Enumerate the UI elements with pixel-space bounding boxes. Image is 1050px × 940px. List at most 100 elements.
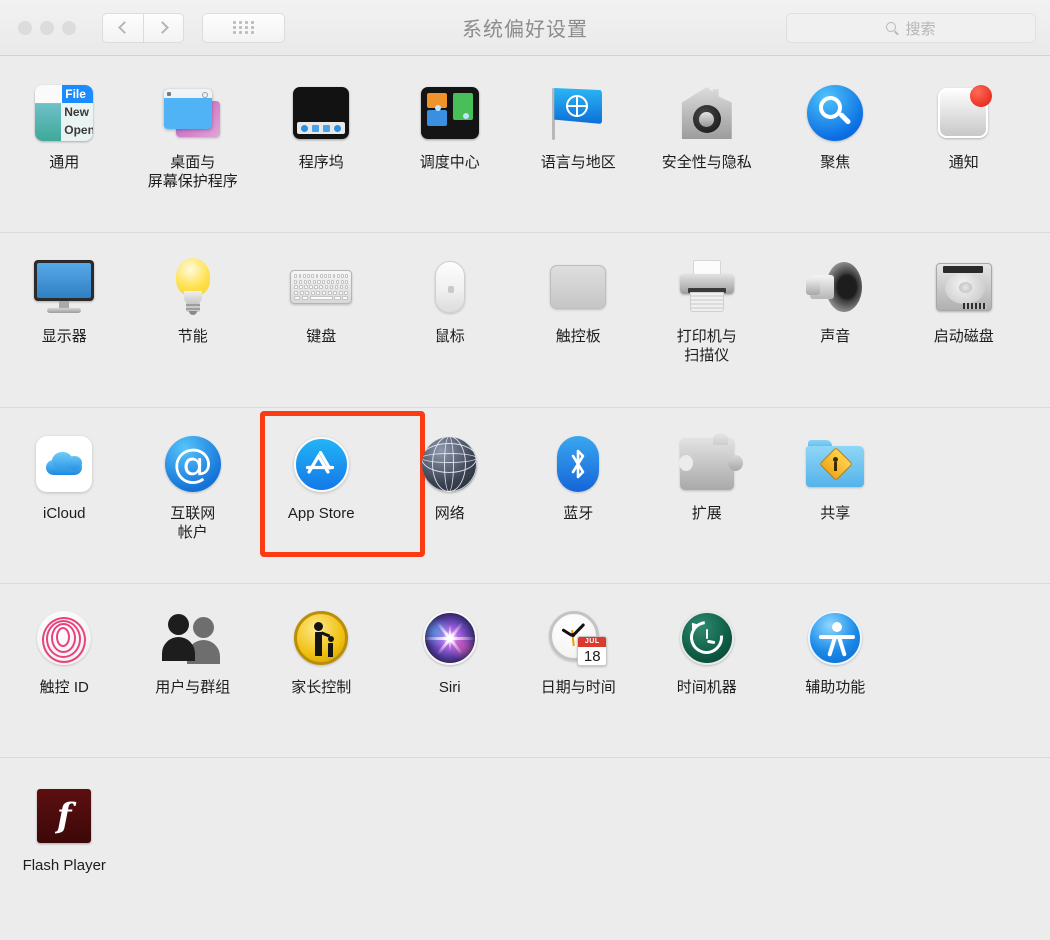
sound-icon: [803, 255, 867, 319]
extensions-icon: [675, 432, 739, 496]
pane-label: 日期与时间: [516, 678, 640, 697]
displays-icon: [32, 255, 96, 319]
pane-sound[interactable]: 声音: [771, 255, 900, 346]
language-region-icon: [546, 81, 610, 145]
pane-label: 安全性与隐私: [645, 153, 769, 172]
network-icon: [418, 432, 482, 496]
pane-security-privacy[interactable]: 安全性与隐私: [643, 81, 772, 172]
general-icon-new-label: New: [64, 105, 89, 119]
window-titlebar: 系统偏好设置 搜索: [0, 0, 1050, 56]
forward-button[interactable]: [143, 13, 184, 43]
pane-extensions[interactable]: 扩展: [643, 432, 772, 523]
pane-users-groups[interactable]: 用户与群组: [129, 606, 258, 697]
startup-disk-icon: [932, 255, 996, 319]
pane-label: 互联网帐户: [131, 504, 255, 542]
pane-mission-control[interactable]: 调度中心: [386, 81, 515, 172]
show-all-button[interactable]: [202, 13, 285, 43]
close-button[interactable]: [18, 21, 32, 35]
pane-label: 程序坞: [259, 153, 383, 172]
desktop-screensaver-icon: [161, 81, 225, 145]
zoom-button[interactable]: [62, 21, 76, 35]
pane-flash-player[interactable]: f Flash Player: [0, 784, 129, 875]
security-privacy-icon: [675, 81, 739, 145]
energy-saver-icon: [161, 255, 225, 319]
mouse-icon: [418, 255, 482, 319]
pane-parental-controls[interactable]: 家长控制: [257, 606, 386, 697]
flash-player-icon: f: [32, 784, 96, 848]
pane-label: 节能: [131, 327, 255, 346]
search-field[interactable]: 搜索: [786, 13, 1036, 43]
pane-label: Flash Player: [2, 856, 126, 875]
keyboard-icon: [289, 255, 353, 319]
pane-displays[interactable]: 显示器: [0, 255, 129, 346]
pane-bluetooth[interactable]: 蓝牙: [514, 432, 643, 523]
pane-label: 用户与群组: [131, 678, 255, 697]
trackpad-icon: [546, 255, 610, 319]
pane-label: 网络: [388, 504, 512, 523]
time-machine-icon: [675, 606, 739, 670]
search-placeholder: 搜索: [905, 18, 935, 39]
date-time-icon: JUL 18: [546, 606, 610, 670]
grid-dots-icon: [233, 21, 255, 34]
navigation-segmented-control: [102, 13, 184, 43]
preference-row: 触控 ID 用户与群组: [0, 584, 1050, 758]
pane-trackpad[interactable]: 触控板: [514, 255, 643, 346]
back-button[interactable]: [102, 13, 143, 43]
pane-notifications[interactable]: 通知: [900, 81, 1029, 172]
pane-general[interactable]: File New Open 通用: [0, 81, 129, 172]
pane-keyboard[interactable]: 键盘: [257, 255, 386, 346]
chevron-left-icon: [118, 21, 131, 34]
pane-label: iCloud: [2, 504, 126, 523]
pane-label: 扩展: [645, 504, 769, 523]
pane-app-store[interactable]: App Store: [257, 432, 386, 523]
pane-icloud[interactable]: iCloud: [0, 432, 129, 523]
search-icon: [886, 22, 899, 35]
pane-accessibility[interactable]: 辅助功能: [771, 606, 900, 697]
preference-row: 显示器 节能 键盘: [0, 233, 1050, 408]
pane-time-machine[interactable]: 时间机器: [643, 606, 772, 697]
pane-desktop-screensaver[interactable]: 桌面与屏幕保护程序: [129, 81, 258, 191]
pane-date-time[interactable]: JUL 18 日期与时间: [514, 606, 643, 697]
pane-mouse[interactable]: 鼠标: [386, 255, 515, 346]
flash-glyph: f: [57, 799, 72, 833]
minimize-button[interactable]: [40, 21, 54, 35]
pane-siri[interactable]: Siri: [386, 606, 515, 697]
pane-label: 显示器: [2, 327, 126, 346]
internet-accounts-icon: @: [161, 432, 225, 496]
pane-energy-saver[interactable]: 节能: [129, 255, 258, 346]
pane-printers-scanners[interactable]: 打印机与扫描仪: [643, 255, 772, 365]
icloud-icon: [32, 432, 96, 496]
printers-scanners-icon: [675, 255, 739, 319]
pane-label: 鼠标: [388, 327, 512, 346]
pane-internet-accounts[interactable]: @ 互联网帐户: [129, 432, 258, 542]
touch-id-icon: [32, 606, 96, 670]
sharing-icon: [803, 432, 867, 496]
pane-dock[interactable]: 程序坞: [257, 81, 386, 172]
pane-label: 辅助功能: [773, 678, 897, 697]
pane-label: 调度中心: [388, 153, 512, 172]
notifications-icon: [932, 81, 996, 145]
pane-network[interactable]: 网络: [386, 432, 515, 523]
pane-label: 打印机与扫描仪: [645, 327, 769, 365]
preference-row: iCloud @ 互联网帐户: [0, 408, 1050, 584]
preference-row: f Flash Player: [0, 758, 1050, 936]
dock-icon: [289, 81, 353, 145]
pane-label: 家长控制: [259, 678, 383, 697]
pane-label: 触控 ID: [2, 678, 126, 697]
bluetooth-icon: [546, 432, 610, 496]
pane-sharing[interactable]: 共享: [771, 432, 900, 523]
pane-startup-disk[interactable]: 启动磁盘: [900, 255, 1029, 346]
pane-touch-id[interactable]: 触控 ID: [0, 606, 129, 697]
pane-language-region[interactable]: 语言与地区: [514, 81, 643, 172]
pane-spotlight[interactable]: 聚焦: [771, 81, 900, 172]
pane-label: App Store: [259, 504, 383, 523]
pane-label: 共享: [773, 504, 897, 523]
preference-panes-grid: File New Open 通用 桌面与屏幕保护程序: [0, 56, 1050, 936]
system-preferences-window: 系统偏好设置 搜索 File New Open: [0, 0, 1050, 940]
parental-controls-icon: [289, 606, 353, 670]
general-icon-open-label: Open: [64, 123, 93, 137]
mission-control-icon: [418, 81, 482, 145]
general-icon: File New Open: [32, 81, 96, 145]
pane-label: 蓝牙: [516, 504, 640, 523]
calendar-month-label: JUL: [578, 637, 606, 647]
